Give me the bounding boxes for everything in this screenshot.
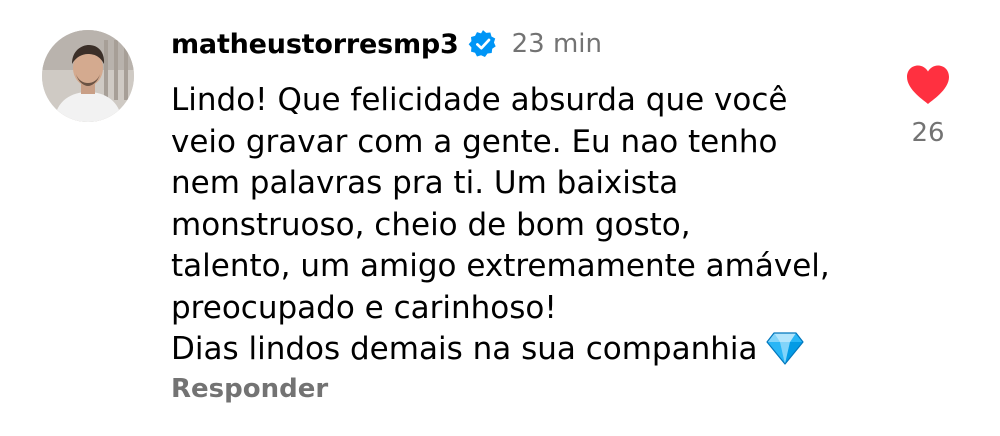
like-count: 26	[911, 118, 945, 148]
reply-button[interactable]: Responder	[171, 374, 328, 404]
comment-header: matheustorresmp3 23 min	[171, 24, 602, 64]
like-section: 26	[896, 64, 960, 148]
timestamp: 23 min	[511, 29, 602, 59]
comment-text-last-line: Dias lindos demais na sua companhia	[171, 329, 871, 371]
comment-text-line: talento, um amigo extremamente amável,	[171, 248, 830, 284]
verified-badge-icon	[468, 30, 496, 57]
username[interactable]: matheustorresmp3	[171, 29, 459, 60]
comment-text-line: Lindo! Que felicidade absurda que você	[171, 82, 788, 118]
comment-text-line: Dias lindos demais na sua companhia	[171, 331, 758, 367]
comment-text-line: veio gravar com a gente. Eu nao tenho	[171, 123, 778, 160]
comment-text-line: preocupado e carinhoso!	[171, 289, 557, 326]
avatar[interactable]	[42, 30, 134, 122]
comment-text-line: nem palavras pra ti. Um baixista	[171, 165, 679, 201]
comment: matheustorresmp3 23 min Lindo! Que felic…	[0, 0, 1000, 436]
avatar-photo	[42, 30, 134, 122]
comment-text: Lindo! Que felicidade absurda que você v…	[171, 80, 871, 371]
gem-icon	[765, 332, 804, 365]
comment-text-line: monstruoso, cheio de bom gosto,	[171, 206, 691, 243]
heart-icon[interactable]	[905, 64, 951, 106]
